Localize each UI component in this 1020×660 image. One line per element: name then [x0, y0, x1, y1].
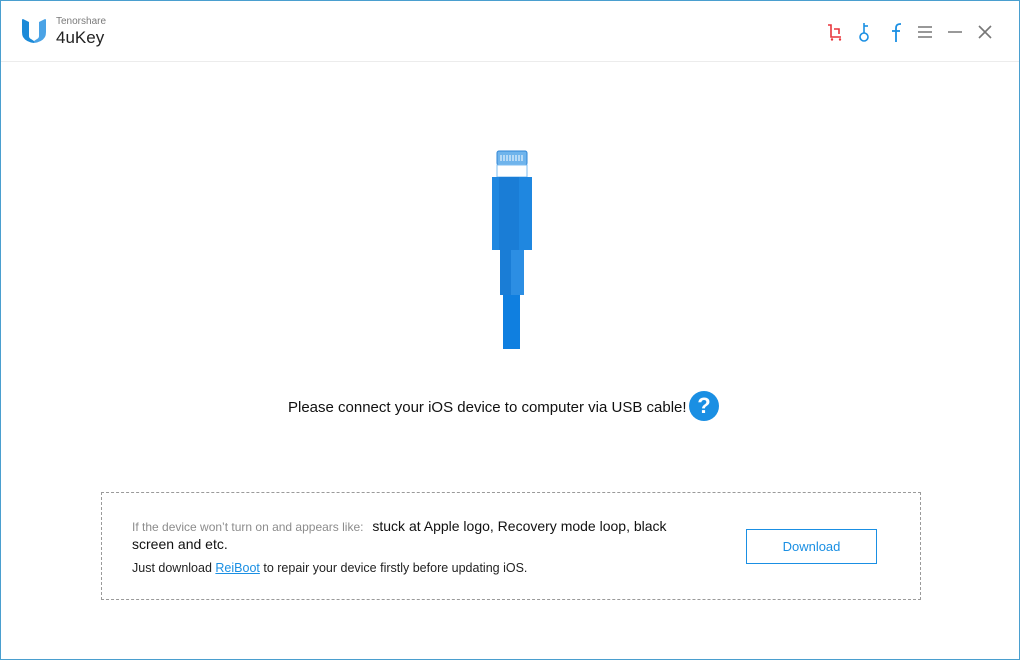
title-bar: Tenorshare 4uKey [1, 1, 1019, 62]
key-icon[interactable] [854, 21, 876, 43]
facebook-icon[interactable] [884, 21, 906, 43]
menu-icon[interactable] [914, 21, 936, 43]
minimize-icon[interactable] [944, 21, 966, 43]
connect-prompt: Please connect your iOS device to comput… [288, 399, 687, 416]
vendor-name: Tenorshare [56, 16, 107, 27]
app-logo-icon [22, 19, 46, 43]
help-icon[interactable]: ? [689, 391, 719, 421]
download-prefix: Just download [132, 561, 212, 575]
close-icon[interactable] [974, 21, 996, 43]
notice-description: If the device won’t turn on and appears … [132, 518, 702, 553]
repair-notice: If the device won’t turn on and appears … [101, 492, 921, 600]
download-button[interactable]: Download [746, 529, 877, 564]
notice-intro: If the device won’t turn on and appears … [132, 520, 364, 534]
usb-cable-icon [492, 150, 532, 349]
cart-icon[interactable] [824, 21, 846, 43]
app-window: Tenorshare 4uKey Please connect your iOS… [0, 0, 1020, 660]
app-name: 4uKey [56, 28, 105, 47]
notice-download-hint: Just download ReiBoot to repair your dev… [132, 561, 527, 575]
connect-prompt-row: Please connect your iOS device to comput… [1, 389, 1019, 425]
reiboot-link[interactable]: ReiBoot [215, 561, 259, 575]
download-suffix: to repair your device firstly before upd… [263, 561, 528, 575]
